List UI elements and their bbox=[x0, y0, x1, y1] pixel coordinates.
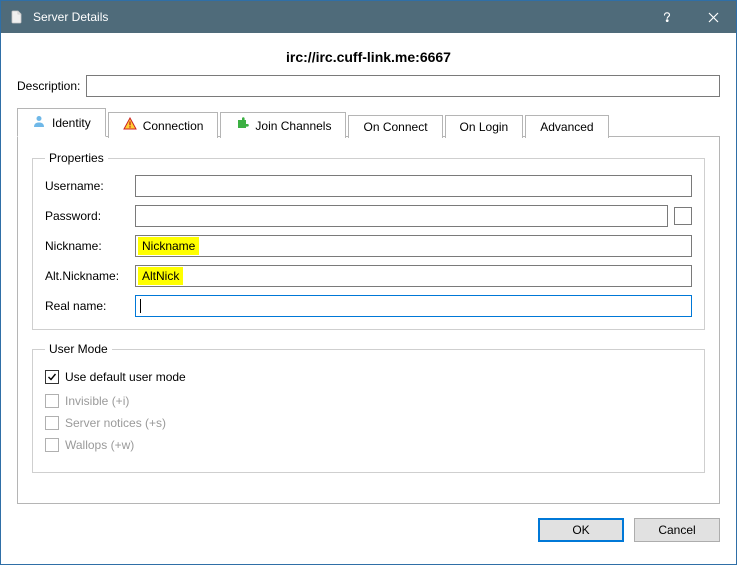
tab-strip: Identity Connection Join Channels On Con… bbox=[17, 107, 720, 137]
realname-input[interactable] bbox=[135, 295, 692, 317]
invisible-row: Invisible (+i) bbox=[45, 394, 692, 408]
altnick-row: Alt.Nickname: AltNick bbox=[45, 265, 692, 287]
ok-button[interactable]: OK bbox=[538, 518, 624, 542]
tab-label: Join Channels bbox=[255, 119, 331, 133]
app-icon bbox=[9, 9, 25, 25]
username-label: Username: bbox=[45, 179, 135, 193]
cancel-button[interactable]: Cancel bbox=[634, 518, 720, 542]
properties-legend: Properties bbox=[45, 151, 108, 165]
help-button[interactable] bbox=[644, 1, 690, 33]
altnick-value-highlight: AltNick bbox=[138, 267, 183, 285]
user-mode-suboptions: Invisible (+i) Server notices (+s) Wallo… bbox=[45, 394, 692, 452]
window-title: Server Details bbox=[33, 10, 108, 24]
nickname-label: Nickname: bbox=[45, 239, 135, 253]
warning-icon bbox=[123, 117, 137, 134]
user-mode-group: User Mode Use default user mode Invisibl… bbox=[32, 342, 705, 473]
password-reveal-checkbox[interactable] bbox=[674, 207, 692, 225]
realname-label: Real name: bbox=[45, 299, 135, 313]
use-default-mode-row[interactable]: Use default user mode bbox=[45, 370, 692, 384]
server-notices-label: Server notices (+s) bbox=[65, 416, 166, 430]
server-url-heading: irc://irc.cuff-link.me:6667 bbox=[17, 49, 720, 65]
altnick-label: Alt.Nickname: bbox=[45, 269, 135, 283]
password-input[interactable] bbox=[135, 205, 668, 227]
description-input[interactable] bbox=[86, 75, 720, 97]
text-caret bbox=[140, 299, 141, 313]
password-row: Password: bbox=[45, 205, 692, 227]
realname-row: Real name: bbox=[45, 295, 692, 317]
tab-advanced[interactable]: Advanced bbox=[525, 115, 608, 138]
puzzle-icon bbox=[235, 117, 249, 134]
dialog-content: irc://irc.cuff-link.me:6667 Description:… bbox=[1, 33, 736, 564]
checkbox-unchecked-icon bbox=[45, 438, 59, 452]
tab-join-channels[interactable]: Join Channels bbox=[220, 112, 346, 138]
password-label: Password: bbox=[45, 209, 135, 223]
tab-body-identity: Properties Username: Password: Nickname bbox=[17, 137, 720, 504]
cancel-button-label: Cancel bbox=[658, 523, 695, 537]
nickname-value-highlight: Nickname bbox=[138, 237, 199, 255]
server-details-dialog: Server Details irc://irc.cuff-link.me:66… bbox=[0, 0, 737, 565]
tab-label: On Login bbox=[460, 120, 509, 134]
checkbox-unchecked-icon bbox=[45, 394, 59, 408]
tab-on-connect[interactable]: On Connect bbox=[348, 115, 442, 138]
invisible-label: Invisible (+i) bbox=[65, 394, 129, 408]
nickname-row: Nickname: Nickname bbox=[45, 235, 692, 257]
tab-label: Identity bbox=[52, 116, 91, 130]
description-row: Description: bbox=[17, 75, 720, 97]
tab-on-login[interactable]: On Login bbox=[445, 115, 524, 138]
identity-icon bbox=[32, 114, 46, 131]
use-default-mode-label: Use default user mode bbox=[65, 370, 186, 384]
checkbox-unchecked-icon bbox=[45, 416, 59, 430]
dialog-footer: OK Cancel bbox=[17, 518, 720, 542]
description-label: Description: bbox=[17, 79, 80, 93]
checkbox-checked-icon bbox=[45, 370, 59, 384]
user-mode-legend: User Mode bbox=[45, 342, 112, 356]
tab-label: On Connect bbox=[363, 120, 427, 134]
nickname-input[interactable]: Nickname bbox=[135, 235, 692, 257]
username-input[interactable] bbox=[135, 175, 692, 197]
tab-label: Connection bbox=[143, 119, 204, 133]
wallops-label: Wallops (+w) bbox=[65, 438, 134, 452]
wallops-row: Wallops (+w) bbox=[45, 438, 692, 452]
server-notices-row: Server notices (+s) bbox=[45, 416, 692, 430]
titlebar: Server Details bbox=[1, 1, 736, 33]
properties-group: Properties Username: Password: Nickname bbox=[32, 151, 705, 330]
ok-button-label: OK bbox=[572, 523, 589, 537]
tab-identity[interactable]: Identity bbox=[17, 108, 106, 137]
close-button[interactable] bbox=[690, 1, 736, 33]
tab-connection[interactable]: Connection bbox=[108, 112, 219, 138]
username-row: Username: bbox=[45, 175, 692, 197]
altnick-input[interactable]: AltNick bbox=[135, 265, 692, 287]
tab-label: Advanced bbox=[540, 120, 593, 134]
